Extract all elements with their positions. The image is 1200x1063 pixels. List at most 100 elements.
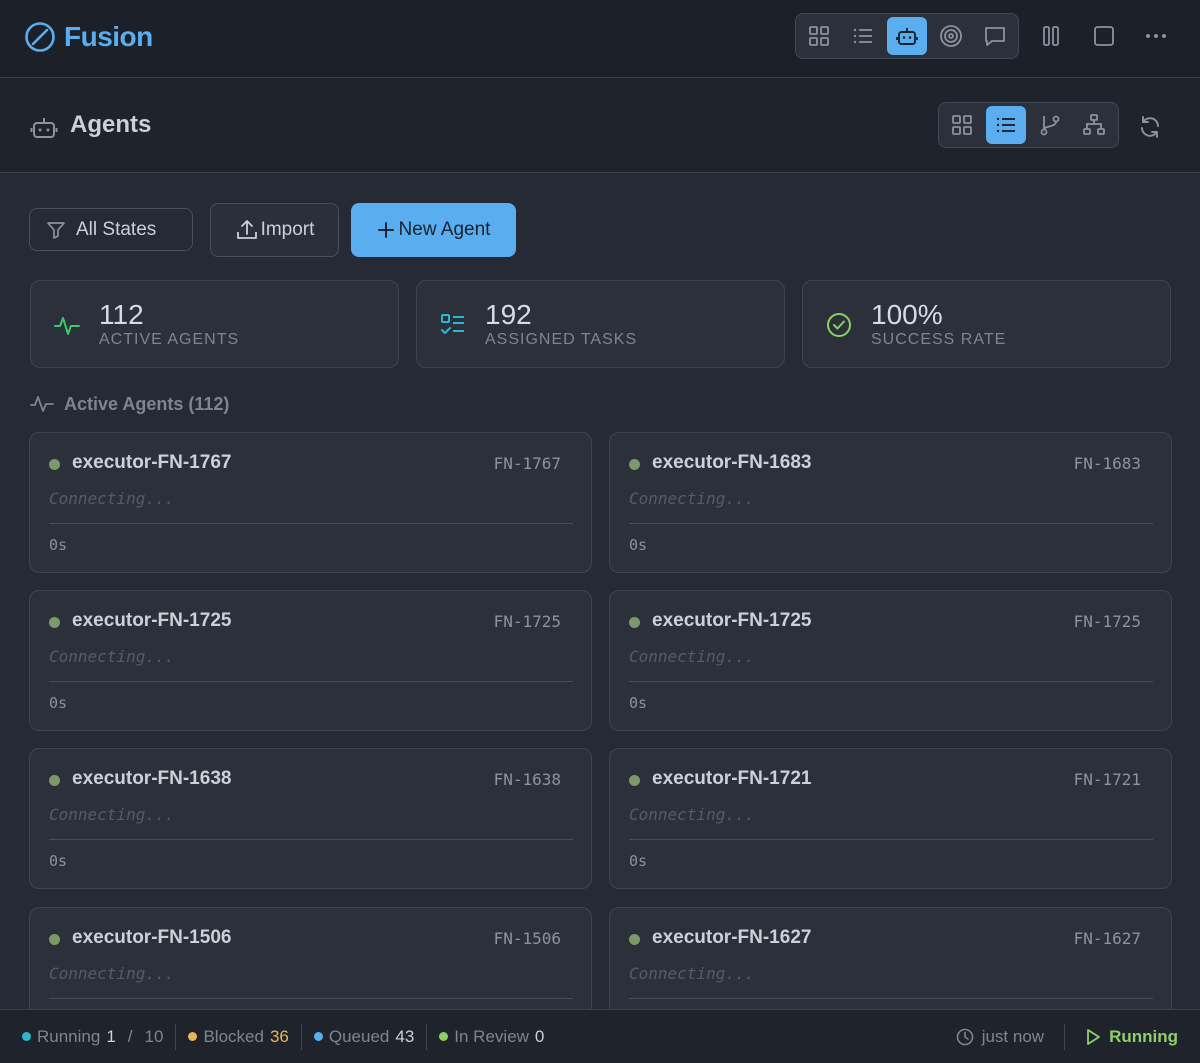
- fusion-logo-icon: [25, 22, 55, 52]
- status-dot: [49, 617, 60, 628]
- view-branch-button[interactable]: [1030, 106, 1070, 144]
- more-button[interactable]: [1138, 18, 1174, 54]
- agent-task-id: FN-1683: [1073, 454, 1141, 473]
- agent-task-id: FN-1506: [493, 929, 561, 948]
- agent-status: Connecting...: [49, 489, 175, 508]
- refresh-icon: [1141, 116, 1159, 138]
- agent-card[interactable]: executor-FN-1767 FN-1767 Connecting... 0…: [29, 432, 592, 573]
- agent-task-id: FN-1767: [493, 454, 561, 473]
- chat-icon: [985, 27, 1005, 46]
- nav-chat-button[interactable]: [975, 17, 1015, 55]
- agent-elapsed: 0s: [629, 852, 648, 870]
- page-header: Agents: [0, 78, 1200, 173]
- stat-label: ASSIGNED TASKS: [485, 331, 638, 348]
- nav-board-button[interactable]: [799, 17, 839, 55]
- agent-name: executor-FN-1725: [652, 610, 812, 631]
- activity-icon: [30, 396, 54, 412]
- status-running[interactable]: Running 1 / 10: [22, 1027, 163, 1047]
- status-dot: [629, 934, 640, 945]
- nav-agents-button[interactable]: [887, 17, 927, 55]
- nav-list-button[interactable]: [843, 17, 883, 55]
- plus-icon: [377, 222, 394, 238]
- divider: [629, 998, 1153, 999]
- running-label: Running: [37, 1026, 101, 1046]
- refresh-button[interactable]: [1134, 111, 1166, 143]
- agent-name: executor-FN-1506: [72, 927, 232, 948]
- stat-label: ACTIVE AGENTS: [99, 331, 240, 348]
- in-review-label: In Review: [454, 1026, 529, 1046]
- state-filter-label: All States: [76, 218, 157, 240]
- agent-name: executor-FN-1767: [72, 452, 232, 473]
- agent-card[interactable]: executor-FN-1627 FN-1627 Connecting... 0…: [609, 907, 1172, 1009]
- agent-card[interactable]: executor-FN-1506 FN-1506 Connecting... 0…: [29, 907, 592, 1009]
- status-dot: [49, 775, 60, 786]
- running-dot: [22, 1032, 31, 1041]
- view-grid-button[interactable]: [942, 106, 982, 144]
- stat-value: 112: [99, 299, 144, 330]
- status-in-review[interactable]: In Review 0: [439, 1027, 544, 1047]
- running-separator: /: [127, 1026, 133, 1046]
- list-icon: [996, 117, 1015, 133]
- agent-card[interactable]: executor-FN-1638 FN-1638 Connecting... 0…: [29, 748, 592, 889]
- divider: [49, 998, 573, 999]
- agent-status: Connecting...: [49, 805, 175, 824]
- import-button[interactable]: Import: [210, 203, 339, 257]
- agent-card[interactable]: executor-FN-1721 FN-1721 Connecting... 0…: [609, 748, 1172, 889]
- status-blocked[interactable]: Blocked 36: [188, 1026, 289, 1047]
- robot-icon: [896, 28, 918, 45]
- brand[interactable]: Fusion: [24, 20, 153, 54]
- agent-elapsed: 0s: [49, 694, 68, 712]
- agent-status: Connecting...: [629, 647, 755, 666]
- running-max: 10: [144, 1026, 164, 1046]
- divider: [49, 523, 573, 524]
- view-list-button[interactable]: [986, 106, 1026, 144]
- hierarchy-icon: [1083, 114, 1105, 135]
- view-tree-button[interactable]: [1074, 106, 1114, 144]
- agent-task-id: FN-1725: [493, 612, 561, 631]
- top-bar: Fusion: [0, 0, 1200, 78]
- main-nav-switcher: [795, 13, 1019, 59]
- engine-status: just now Running: [956, 1010, 1178, 1063]
- agent-status: Connecting...: [629, 964, 755, 983]
- pause-icon: [1043, 26, 1059, 46]
- engine-running-label: Running: [1109, 1027, 1178, 1046]
- agent-card[interactable]: executor-FN-1683 FN-1683 Connecting... 0…: [609, 432, 1172, 573]
- robot-icon: [30, 118, 58, 138]
- stat-active-agents: 112 ACTIVE AGENTS: [30, 280, 399, 368]
- agent-status: Connecting...: [629, 489, 755, 508]
- divider: [629, 523, 1153, 524]
- agent-card[interactable]: executor-FN-1725 FN-1725 Connecting... 0…: [29, 590, 592, 731]
- status-dot: [629, 775, 640, 786]
- import-label: Import: [260, 219, 315, 240]
- pause-button[interactable]: [1033, 18, 1069, 54]
- stat-assigned-tasks: 192 ASSIGNED TASKS: [416, 280, 785, 368]
- agent-task-id: FN-1725: [1073, 612, 1141, 631]
- divider: [49, 839, 573, 840]
- upload-icon: [236, 220, 257, 239]
- grid-icon: [952, 115, 972, 135]
- divider: [629, 839, 1153, 840]
- new-agent-button[interactable]: New Agent: [351, 203, 516, 257]
- app-name: Fusion: [64, 21, 153, 52]
- blocked-label: Blocked: [203, 1026, 264, 1046]
- clock-icon: [956, 1028, 974, 1046]
- check-circle-icon: [827, 313, 851, 337]
- nav-missions-button[interactable]: [931, 17, 971, 55]
- stat-value: 100%: [871, 299, 943, 330]
- stop-button[interactable]: [1086, 18, 1122, 54]
- agent-card[interactable]: executor-FN-1725 FN-1725 Connecting... 0…: [609, 590, 1172, 731]
- list-icon: [853, 28, 872, 44]
- status-dot: [629, 459, 640, 470]
- divider: [49, 681, 573, 682]
- square-icon: [1094, 26, 1114, 46]
- agent-task-id: FN-1638: [493, 770, 561, 789]
- divider: [426, 1023, 428, 1050]
- agent-card-grid: executor-FN-1767 FN-1767 Connecting... 0…: [29, 432, 1172, 1009]
- divider: [175, 1023, 177, 1050]
- stat-value: 192: [485, 299, 532, 330]
- status-dot: [49, 934, 60, 945]
- status-queued[interactable]: Queued 43: [313, 1027, 414, 1047]
- section-title: Active Agents (112): [64, 393, 230, 414]
- agent-elapsed: 0s: [629, 694, 648, 712]
- state-filter-select[interactable]: All States: [29, 208, 193, 251]
